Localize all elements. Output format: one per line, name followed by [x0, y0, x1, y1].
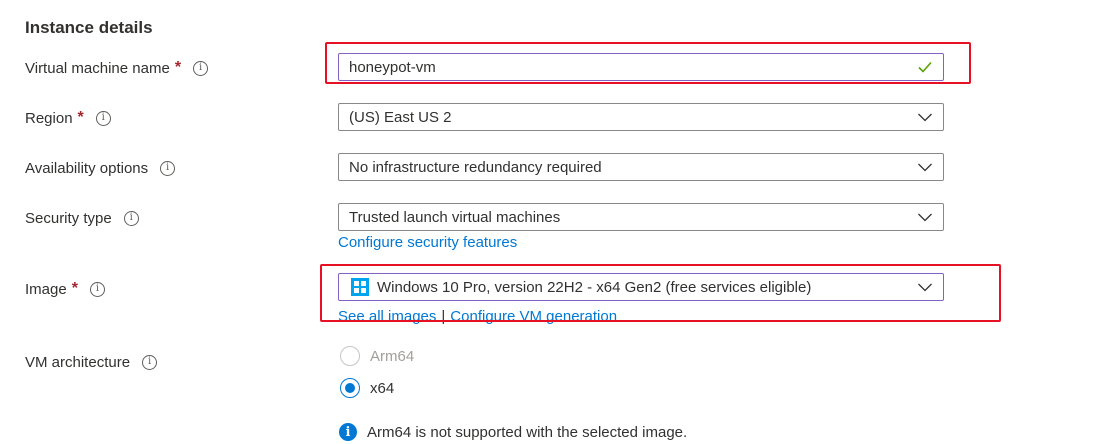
region-label-text: Region: [25, 109, 73, 127]
region-value: (US) East US 2: [349, 108, 452, 126]
configure-security-features-link[interactable]: Configure security features: [338, 234, 517, 251]
availability-label: Availability options i: [25, 157, 176, 179]
vm-architecture-label: VM architecture i: [25, 351, 158, 373]
availability-label-text: Availability options: [25, 159, 149, 177]
availability-select[interactable]: No infrastructure redundancy required: [338, 153, 944, 181]
vm-name-input[interactable]: honeypot-vm: [338, 53, 944, 81]
vm-name-label: Virtual machine name * i: [25, 57, 209, 79]
availability-value: No infrastructure redundancy required: [349, 158, 602, 176]
required-asterisk: *: [71, 280, 78, 297]
chevron-down-icon: [917, 209, 933, 225]
radio-button-x64[interactable]: [340, 378, 360, 398]
vm-name-value: honeypot-vm: [349, 58, 436, 76]
security-type-select[interactable]: Trusted launch virtual machines: [338, 203, 944, 231]
info-icon[interactable]: i: [95, 110, 111, 126]
note-text: Arm64 is not supported with the selected…: [367, 423, 688, 441]
radio-label-x64: x64: [370, 379, 395, 397]
section-title: Instance details: [25, 18, 153, 37]
image-label: Image * i: [25, 278, 105, 300]
radio-option-arm64[interactable]: Arm64: [340, 346, 414, 366]
security-type-label-text: Security type: [25, 209, 112, 227]
info-icon[interactable]: i: [193, 60, 209, 76]
info-icon[interactable]: i: [142, 354, 158, 370]
image-label-text: Image: [25, 280, 67, 298]
vm-architecture-label-text: VM architecture: [25, 353, 131, 371]
required-asterisk: *: [77, 109, 84, 126]
region-label: Region * i: [25, 107, 111, 129]
region-select[interactable]: (US) East US 2: [338, 103, 944, 131]
info-filled-icon: i: [339, 423, 357, 441]
info-icon[interactable]: i: [89, 281, 105, 297]
info-icon[interactable]: i: [123, 210, 139, 226]
required-asterisk: *: [174, 59, 182, 76]
radio-option-x64[interactable]: x64: [340, 378, 394, 398]
security-type-value: Trusted launch virtual machines: [349, 208, 561, 226]
highlight-box-image: [320, 264, 1001, 322]
arm64-note: i Arm64 is not supported with the select…: [339, 423, 687, 441]
radio-label-arm64: Arm64: [370, 347, 415, 365]
chevron-down-icon: [917, 159, 933, 175]
checkmark-icon: [917, 59, 933, 75]
vm-name-label-text: Virtual machine name: [25, 59, 170, 77]
radio-button-arm64[interactable]: [340, 346, 360, 366]
chevron-down-icon: [917, 109, 933, 125]
security-type-label: Security type i: [25, 207, 139, 229]
info-icon[interactable]: i: [160, 160, 176, 176]
